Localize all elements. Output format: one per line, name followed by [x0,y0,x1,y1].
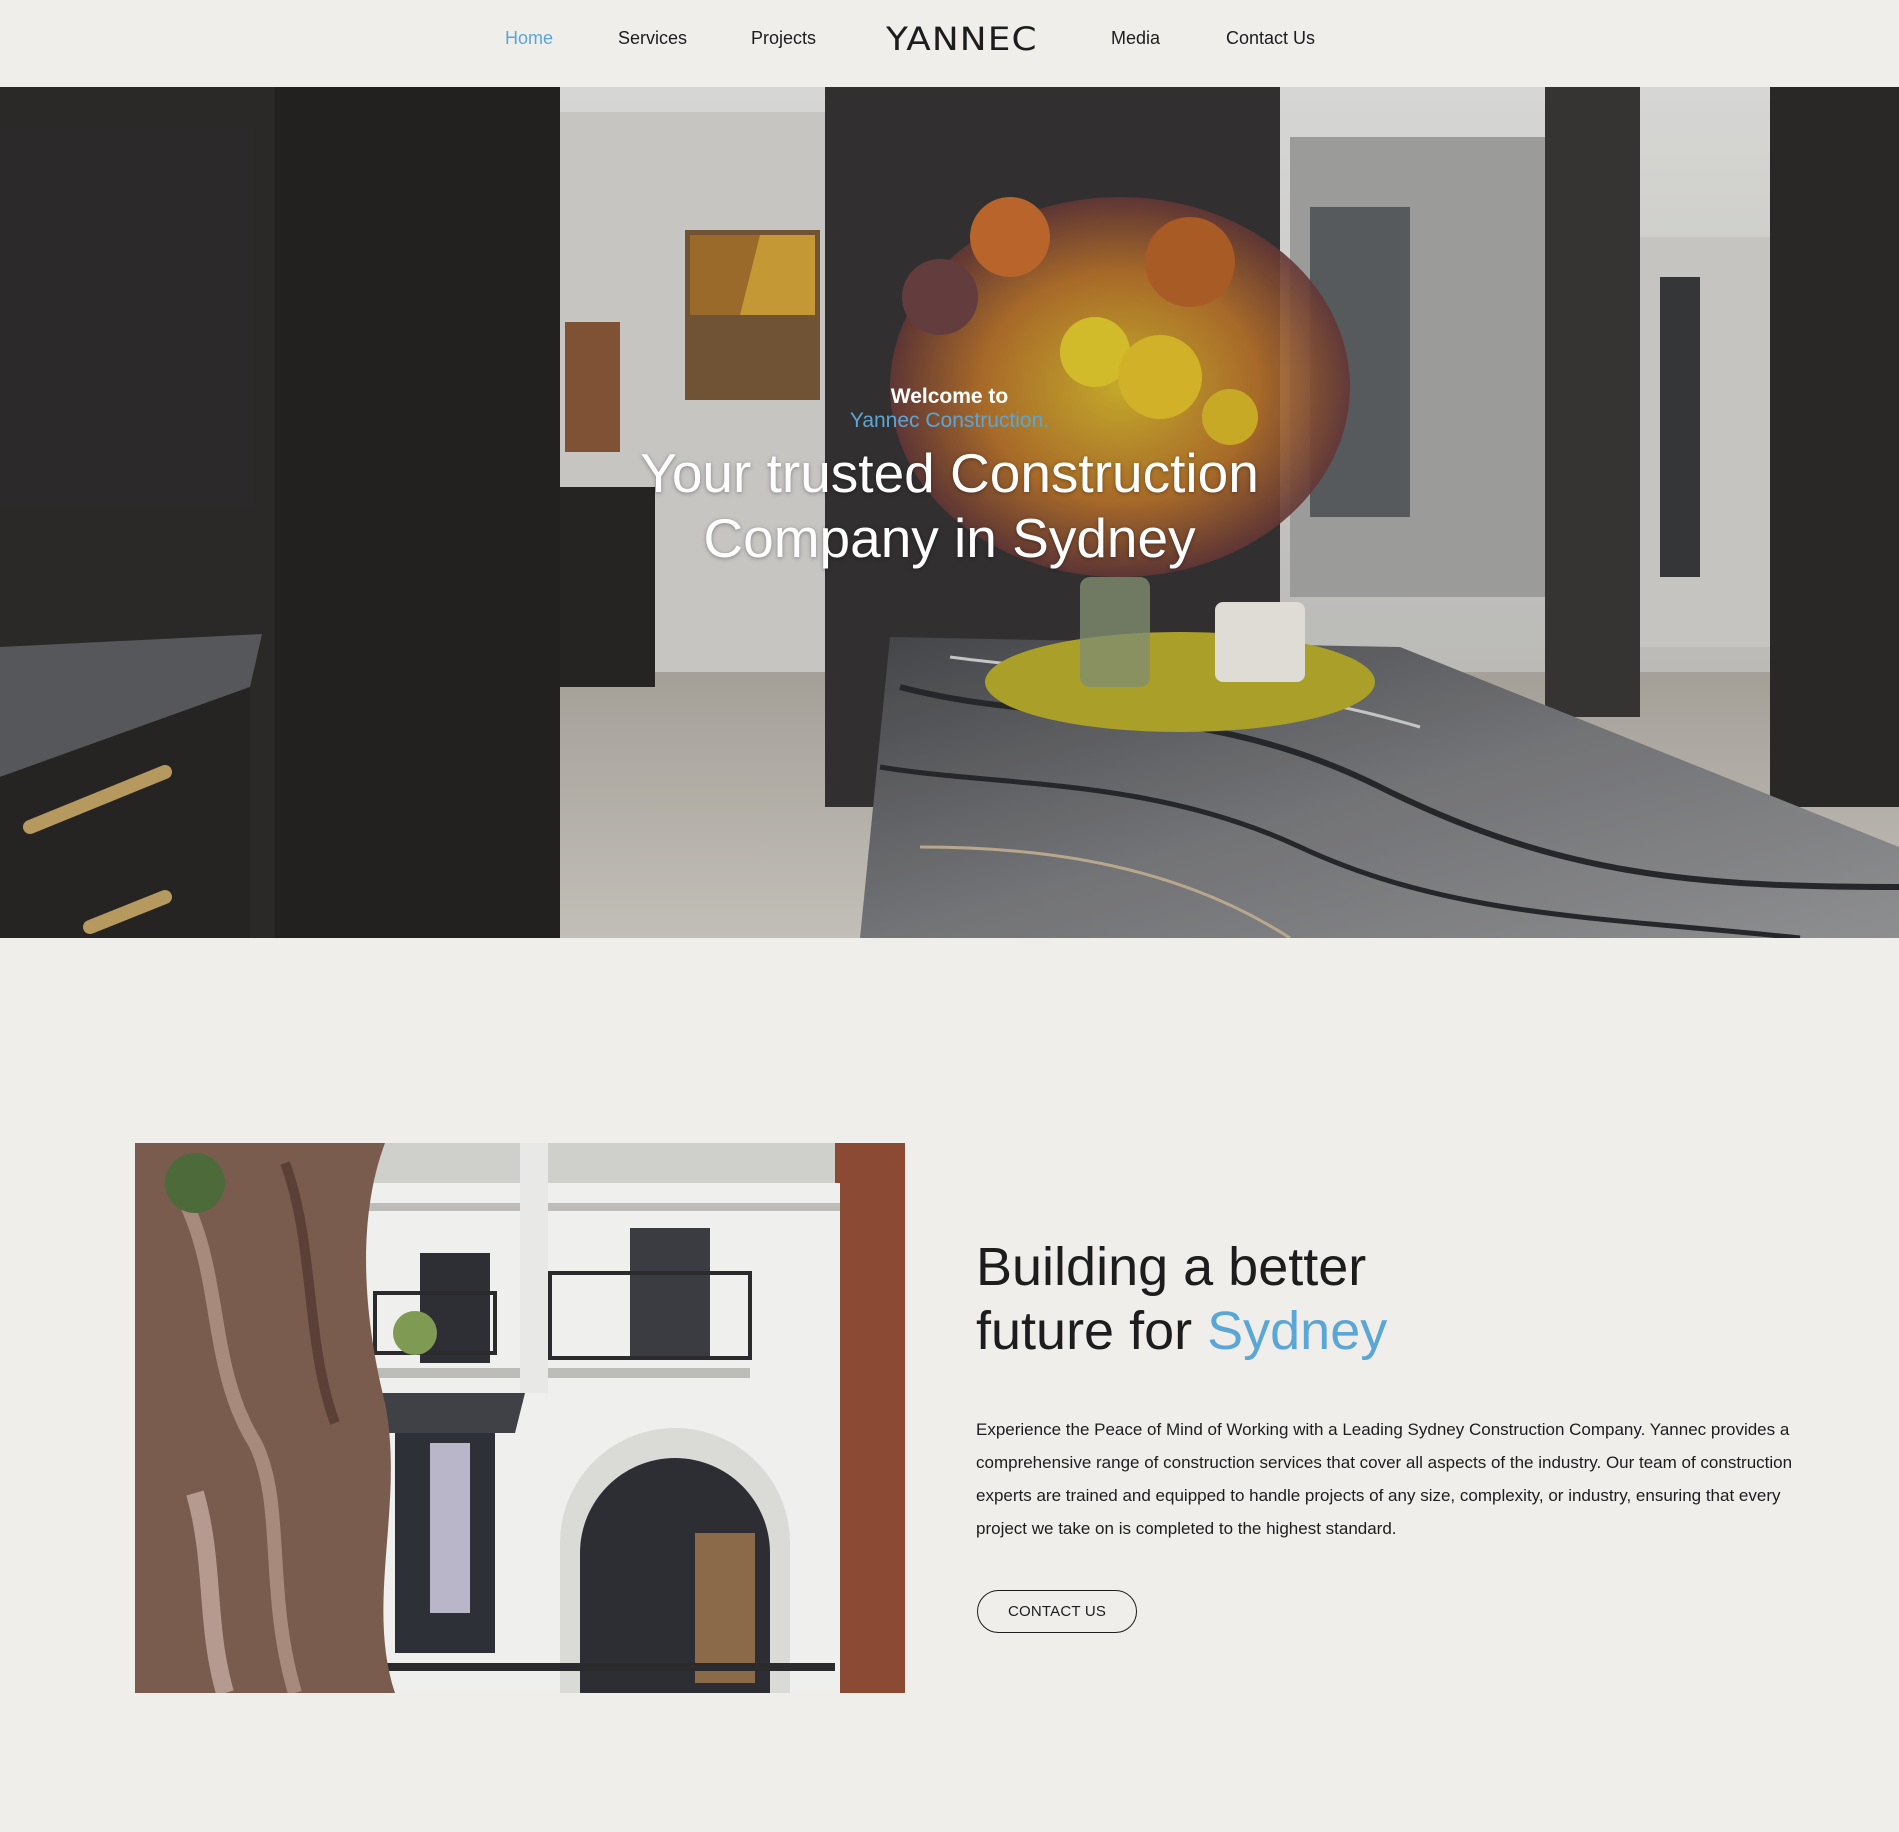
nav-contact-link[interactable]: Contact Us [1226,28,1315,49]
about-house-image [135,1143,905,1693]
hero-text-block: Welcome to Yannec Construction. Your tru… [0,385,1899,571]
about-heading-line1: Building a better [976,1237,1367,1297]
top-navigation: Home Services Projects YANNEC Media Cont… [0,0,1899,87]
about-description: Experience the Peace of Mind of Working … [976,1420,1793,1538]
nav-media-link[interactable]: Media [1111,28,1160,49]
hero-title-line1: Your trusted Construction [640,442,1259,504]
nav-projects-link[interactable]: Projects [751,28,816,49]
hero-section: Welcome to Yannec Construction. Your tru… [0,87,1899,938]
about-heading-accent: Sydney [1207,1301,1388,1361]
contact-us-button[interactable]: CONTACT US [977,1590,1137,1633]
hero-title-line2: Company in Sydney [703,507,1196,569]
nav-home-link[interactable]: Home [505,28,553,49]
hero-welcome: Welcome to [890,385,1009,408]
hero-brand: Yannec Construction. [849,409,1050,432]
about-heading: Building a better future for Sydney [976,1235,1387,1363]
nav-services-link[interactable]: Services [618,28,687,49]
site-logo[interactable]: YANNEC [886,20,1038,58]
about-heading-line2: future for [976,1301,1208,1361]
